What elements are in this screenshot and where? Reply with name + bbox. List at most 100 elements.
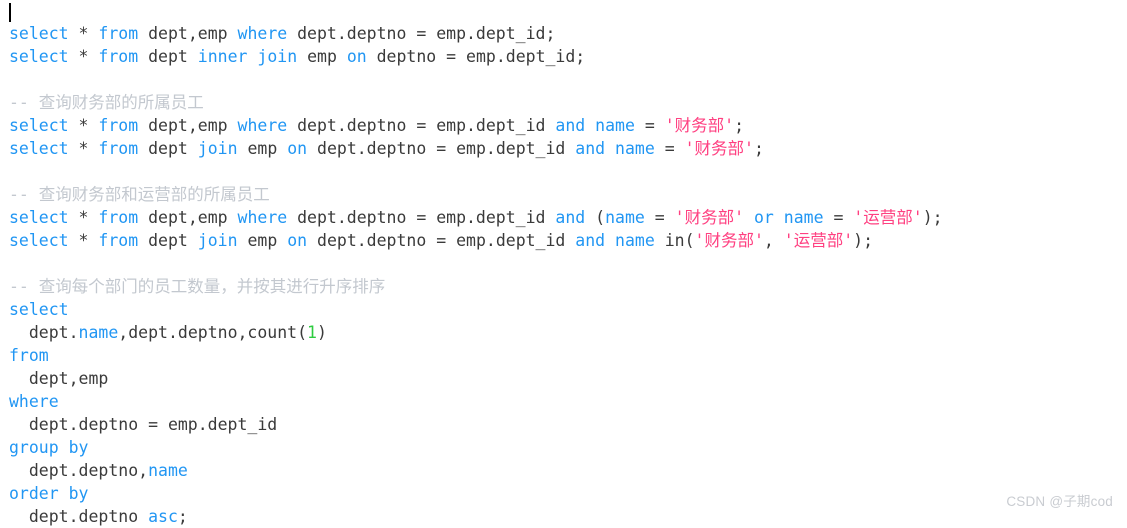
sql-code-editor[interactable]: select * from dept,emp where dept.deptno…	[0, 0, 1127, 526]
code-token-op	[88, 139, 98, 158]
code-token-id: dept,emp	[138, 208, 238, 227]
code-line[interactable]: where	[0, 390, 1127, 413]
code-token-kw: where	[9, 392, 59, 411]
code-token-id: ,	[763, 231, 784, 250]
code-token-kw: where	[237, 24, 288, 43]
code-token-op	[59, 484, 69, 503]
code-token-kw: name	[148, 461, 188, 480]
code-line[interactable]: dept,emp	[0, 367, 1127, 390]
code-token-kw: select	[9, 24, 69, 43]
code-token-op	[69, 116, 79, 135]
code-token-kw: name	[783, 208, 824, 227]
code-token-id: dept.deptno = emp.dept_id	[9, 415, 278, 434]
code-token-id: dept	[138, 231, 198, 250]
code-line[interactable]: -- 查询每个部门的员工数量，并按其进行升序排序	[0, 275, 1127, 298]
code-line[interactable]: dept.deptno = emp.dept_id	[0, 413, 1127, 436]
code-token-num: 1	[307, 323, 317, 342]
code-token-kw: from	[98, 231, 139, 250]
code-line[interactable]: dept.deptno,name	[0, 459, 1127, 482]
code-token-id: *	[78, 116, 89, 135]
code-token-kw: name	[595, 116, 635, 135]
code-token-id: ;	[734, 116, 745, 135]
code-line[interactable]: select * from dept,emp where dept.deptno…	[0, 114, 1127, 137]
code-token-kw: and	[575, 139, 606, 158]
code-token-kw: from	[98, 116, 139, 135]
code-token-id: =	[823, 208, 854, 227]
code-token-kw: asc	[148, 507, 178, 526]
code-token-kw: or	[753, 208, 774, 227]
code-token-id: emp	[237, 139, 288, 158]
code-token-id: =	[644, 208, 675, 227]
code-token-kw: inner	[197, 47, 248, 66]
code-token-op	[605, 139, 615, 158]
code-token-id: ;	[177, 507, 188, 526]
code-line[interactable]: -- 查询财务部和运营部的所属员工	[0, 183, 1127, 206]
code-line[interactable]: dept.deptno asc;	[0, 505, 1127, 528]
code-token-op	[88, 231, 98, 250]
code-token-kw: and	[575, 231, 606, 250]
code-token-kw: name	[605, 208, 645, 227]
code-token-id: *	[78, 231, 89, 250]
code-line[interactable]: select * from dept,emp where dept.deptno…	[0, 206, 1127, 229]
code-token-kw: by	[68, 484, 89, 503]
text-caret	[9, 3, 11, 22]
code-token-id: *	[78, 24, 89, 43]
code-line[interactable]: -- 查询财务部的所属员工	[0, 91, 1127, 114]
code-token-kw: and	[555, 208, 586, 227]
code-line[interactable]: group by	[0, 436, 1127, 459]
code-token-kw: group	[9, 438, 59, 457]
code-token-op	[69, 139, 79, 158]
code-token-str: '财务部'	[664, 116, 735, 135]
code-token-id: =	[634, 116, 665, 135]
code-token-id: deptno = emp.dept_id;	[366, 47, 586, 66]
code-token-kw: select	[9, 208, 69, 227]
code-line[interactable]: select * from dept,emp where dept.deptno…	[0, 22, 1127, 45]
code-token-kw: from	[98, 24, 139, 43]
code-token-str: '运营部'	[783, 231, 854, 250]
code-token-id: dept.deptno = emp.dept_id;	[287, 24, 556, 43]
code-token-str: '财务部'	[684, 139, 754, 158]
code-token-id: dept,emp	[138, 24, 238, 43]
code-token-kw: join	[197, 139, 238, 158]
code-token-cmt: -- 查询财务部的所属员工	[9, 93, 204, 112]
code-token-kw: on	[287, 231, 308, 250]
code-line[interactable]	[0, 160, 1127, 183]
code-token-kw: select	[9, 116, 69, 135]
code-token-kw: select	[9, 47, 69, 66]
code-token-id: in(	[654, 231, 695, 250]
code-token-kw: from	[9, 346, 49, 365]
code-token-kw: where	[237, 208, 288, 227]
code-token-kw: name	[615, 139, 655, 158]
code-line[interactable]	[0, 252, 1127, 275]
code-token-op	[744, 208, 754, 227]
code-token-id: *	[78, 47, 89, 66]
code-token-kw: and	[555, 116, 586, 135]
code-line[interactable]: order by	[0, 482, 1127, 505]
code-line[interactable]: select * from dept inner join emp on dep…	[0, 45, 1127, 68]
code-token-id: dept.deptno = emp.dept_id	[307, 139, 576, 158]
code-token-id: dept.deptno = emp.dept_id	[287, 208, 556, 227]
code-lines-container[interactable]: select * from dept,emp where dept.deptno…	[0, 22, 1127, 528]
code-token-id: dept.	[9, 323, 79, 342]
code-token-id: dept	[138, 47, 198, 66]
code-token-kw: select	[9, 300, 69, 319]
code-token-kw: name	[615, 231, 655, 250]
code-token-op	[247, 47, 257, 66]
code-token-kw: from	[98, 47, 139, 66]
code-line[interactable]	[0, 68, 1127, 91]
code-token-id: );	[922, 208, 943, 227]
code-token-id: );	[853, 231, 874, 250]
code-token-cmt: -- 查询财务部和运营部的所属员工	[9, 185, 270, 204]
code-token-cmt: -- 查询每个部门的员工数量，并按其进行升序排序	[9, 277, 386, 296]
code-token-str: '财务部'	[694, 231, 764, 250]
code-token-id: emp	[297, 47, 347, 66]
code-line[interactable]: dept.name,dept.deptno,count(1)	[0, 321, 1127, 344]
code-line[interactable]: select * from dept join emp on dept.dept…	[0, 137, 1127, 160]
code-line[interactable]: select * from dept join emp on dept.dept…	[0, 229, 1127, 252]
code-line[interactable]: select	[0, 298, 1127, 321]
code-token-kw: where	[237, 116, 288, 135]
code-token-kw: select	[9, 139, 69, 158]
code-token-kw: join	[197, 231, 238, 250]
code-token-kw: select	[9, 231, 69, 250]
code-line[interactable]: from	[0, 344, 1127, 367]
